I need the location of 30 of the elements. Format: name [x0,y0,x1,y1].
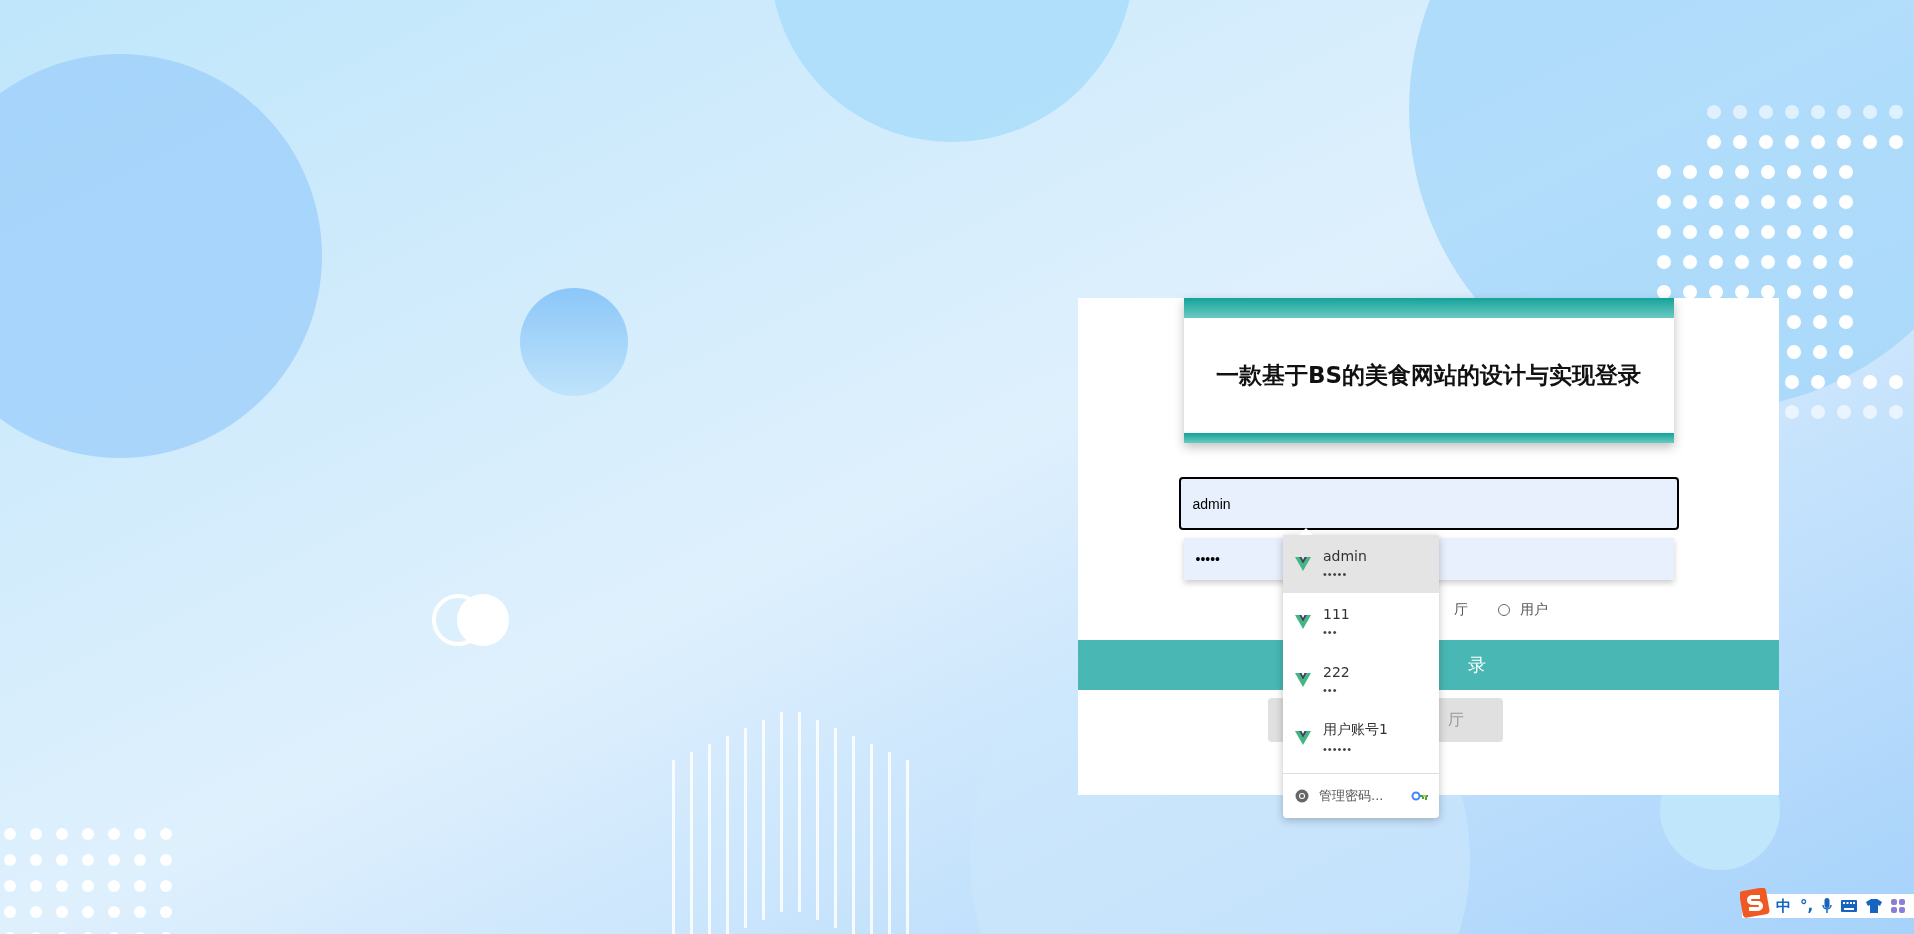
saved-login-item[interactable]: 222 ••• [1283,651,1439,709]
shirt-icon[interactable] [1866,899,1883,913]
punctuation-mode[interactable]: °, [1800,897,1814,915]
v-logo-icon [1295,731,1311,745]
saved-login-item[interactable]: 111 ••• [1283,593,1439,651]
v-logo-icon [1295,673,1311,687]
saved-login-item[interactable]: 用户账号1 •••••• [1283,709,1439,767]
username-field[interactable]: admin [1178,477,1679,530]
saved-username: admin [1323,548,1367,564]
v-logo-icon [1295,557,1311,571]
saved-username: 用户账号1 [1323,721,1388,739]
saved-login-item[interactable]: admin ••••• [1283,535,1439,593]
chrome-icon [1295,789,1309,803]
saved-password: ••• [1323,626,1339,638]
saved-password: ••••• [1323,568,1349,580]
input-mode[interactable]: 中 [1776,896,1791,916]
grid-icon[interactable] [1891,899,1906,913]
saved-username: 111 [1323,606,1350,622]
role-radio[interactable]: 用户 [1498,601,1548,619]
key-icon [1411,791,1429,801]
sogou-logo-icon[interactable] [1740,888,1770,918]
keyboard-icon[interactable] [1841,900,1858,912]
saved-username: 222 [1323,664,1350,680]
v-logo-icon [1295,615,1311,629]
saved-password: •••••• [1323,743,1354,755]
role-label: 厅 [1454,601,1468,619]
saved-password: ••• [1323,684,1339,696]
manage-passwords-link[interactable]: 管理密码... [1319,787,1401,805]
microphone-icon[interactable] [1822,898,1833,914]
login-title: 一款基于BS的美食网站的设计与实现登录 [1214,361,1643,390]
